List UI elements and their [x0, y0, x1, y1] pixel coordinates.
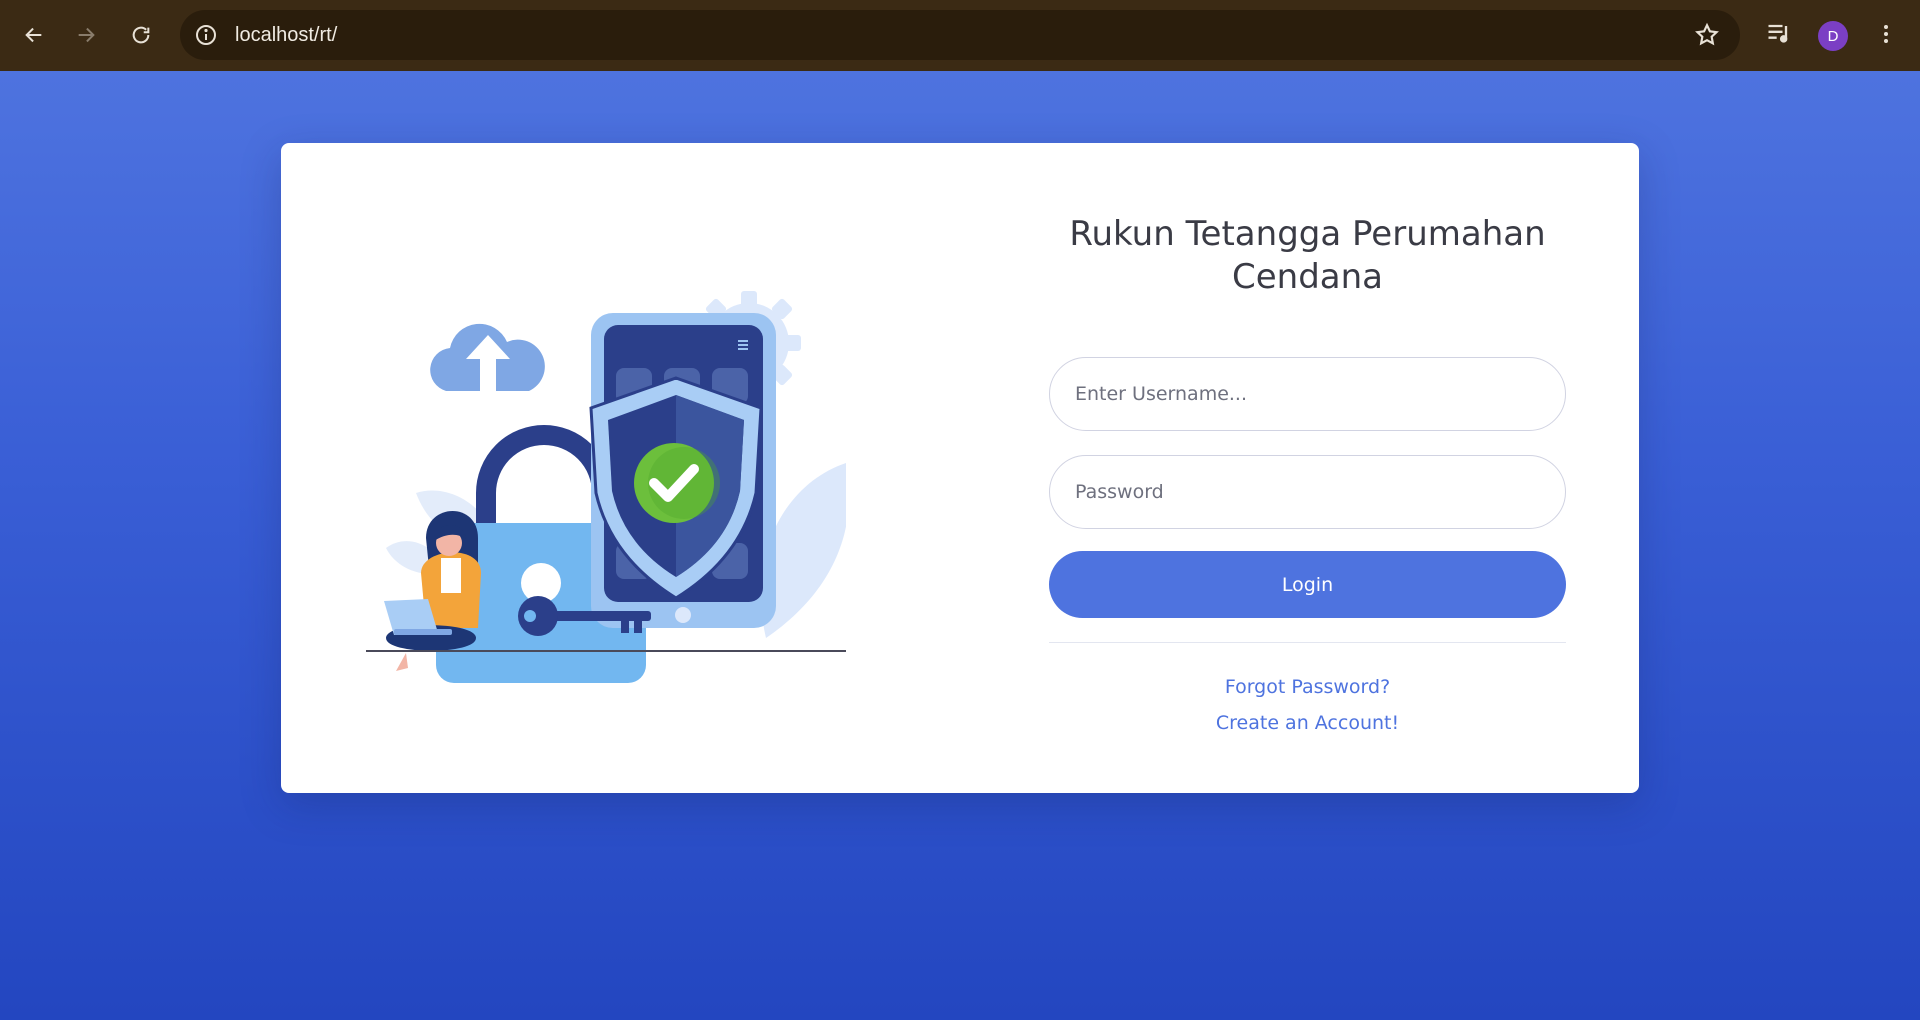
forgot-password-link[interactable]: Forgot Password?: [1049, 676, 1566, 698]
profile-avatar[interactable]: D: [1818, 21, 1848, 51]
create-account-link[interactable]: Create an Account!: [1049, 712, 1566, 734]
password-input[interactable]: [1049, 455, 1566, 529]
username-input[interactable]: [1049, 357, 1566, 431]
cloud-upload-icon: [430, 323, 545, 391]
bookmark-star-icon[interactable]: [1694, 22, 1720, 48]
security-illustration: [366, 291, 846, 683]
form-divider: [1049, 642, 1566, 643]
page-title: Rukun Tetangga Perumahan Cendana: [1069, 214, 1546, 297]
address-bar[interactable]: localhost/rt/: [180, 10, 1740, 60]
login-card: Rukun Tetangga Perumahan Cendana Login F…: [281, 143, 1639, 793]
more-menu-icon[interactable]: [1874, 19, 1898, 49]
page-background: Rukun Tetangga Perumahan Cendana Login F…: [0, 71, 1920, 1020]
browser-toolbar: localhost/rt/ D: [0, 0, 1920, 71]
reload-icon[interactable]: [127, 21, 155, 49]
login-button[interactable]: Login: [1049, 551, 1566, 618]
media-controls-icon[interactable]: [1765, 19, 1793, 47]
login-form: Rukun Tetangga Perumahan Cendana Login F…: [1049, 213, 1566, 734]
url-text[interactable]: localhost/rt/: [235, 24, 337, 47]
site-info-icon[interactable]: [194, 23, 218, 47]
forward-icon[interactable]: [72, 21, 100, 49]
back-icon[interactable]: [20, 21, 48, 49]
